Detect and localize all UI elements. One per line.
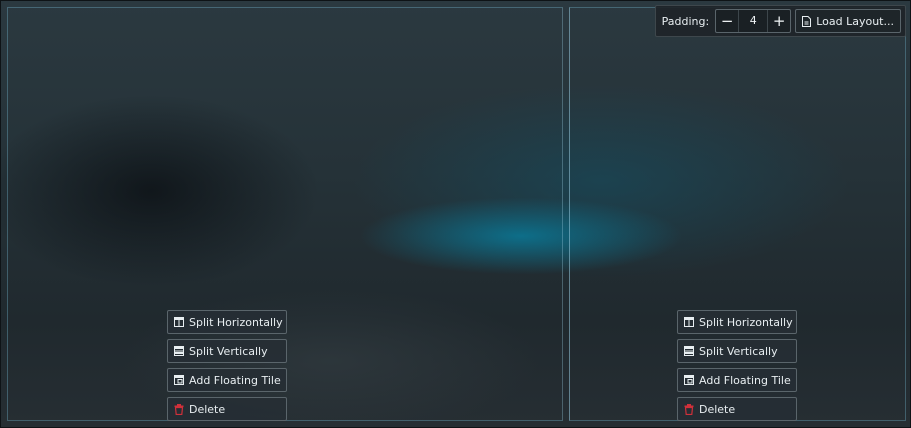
trash-icon [684,403,694,415]
delete-button[interactable]: Delete [677,397,797,421]
canvas-area: Split Horizontally Split Vertically Add … [0,0,911,428]
delete-label: Delete [699,402,736,416]
split-horizontally-label: Split Horizontally [189,315,283,329]
split-vertically-button[interactable]: Split Vertically [167,339,287,363]
rows-icon [174,346,184,356]
floating-window-icon [684,375,694,385]
add-floating-tile-button[interactable]: Add Floating Tile [167,368,287,392]
delete-button[interactable]: Delete [167,397,287,421]
padding-decrement-button[interactable]: − [716,10,738,32]
columns-icon [174,317,184,327]
padding-value[interactable]: 4 [738,10,769,32]
split-vertically-label: Split Vertically [189,344,268,358]
delete-label: Delete [189,402,226,416]
padding-stepper[interactable]: − 4 + [715,9,792,33]
add-floating-tile-label: Add Floating Tile [189,373,281,387]
tile-menu-right: Split Horizontally Split Vertically Add … [677,310,797,426]
padding-label: Padding: [661,14,710,28]
split-horizontally-label: Split Horizontally [699,315,793,329]
split-vertically-label: Split Vertically [699,344,778,358]
file-icon [802,15,812,27]
layout-toolbar: Padding: − 4 + Load Layout... [654,5,906,37]
columns-icon [684,317,694,327]
load-layout-label: Load Layout... [816,14,894,28]
split-horizontally-button[interactable]: Split Horizontally [677,310,797,334]
split-vertically-button[interactable]: Split Vertically [677,339,797,363]
add-floating-tile-button[interactable]: Add Floating Tile [677,368,797,392]
rows-icon [684,346,694,356]
add-floating-tile-label: Add Floating Tile [699,373,791,387]
tile-menu-left: Split Horizontally Split Vertically Add … [167,310,287,426]
floating-window-icon [174,375,184,385]
padding-increment-button[interactable]: + [768,10,790,32]
load-layout-button[interactable]: Load Layout... [795,9,901,33]
split-horizontally-button[interactable]: Split Horizontally [167,310,287,334]
trash-icon [174,403,184,415]
